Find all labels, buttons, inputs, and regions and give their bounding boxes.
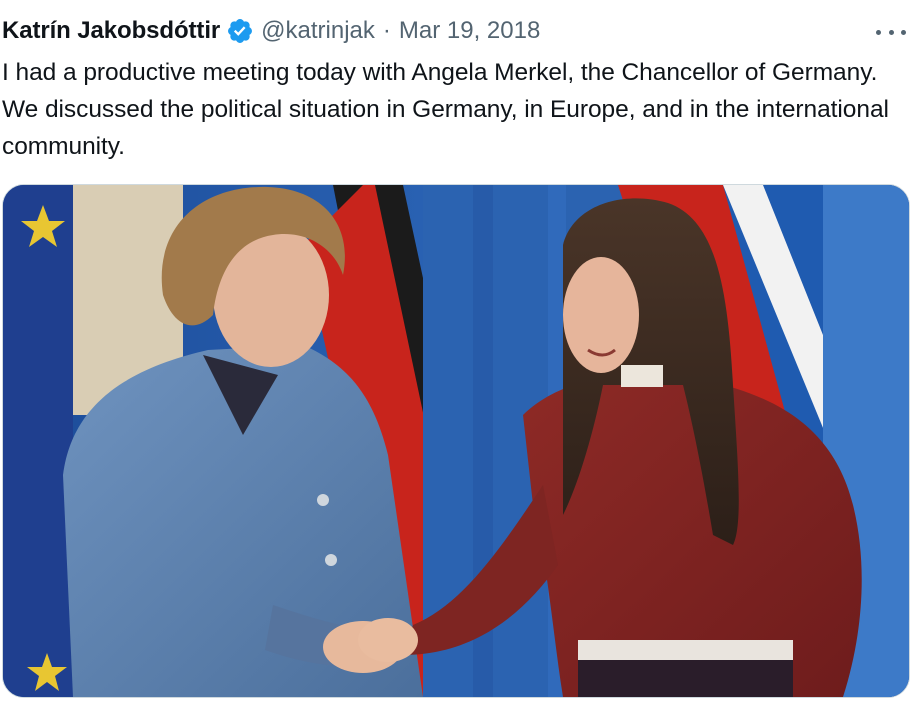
- more-dot: [901, 29, 906, 35]
- tweet-text: I had a productive meeting today with An…: [2, 59, 889, 160]
- more-options-icon[interactable]: [876, 22, 906, 42]
- tweet-date[interactable]: Mar 19, 2018: [399, 13, 540, 49]
- meta-separator: ·: [382, 17, 391, 44]
- author-name[interactable]: Katrín Jakobsdóttir: [2, 13, 220, 49]
- more-dot: [876, 29, 881, 35]
- tweet-photo[interactable]: [2, 184, 910, 698]
- author-handle[interactable]: @katrinjak: [261, 13, 375, 49]
- verified-badge-icon: [228, 19, 253, 43]
- photo-illustration: [3, 185, 909, 697]
- tweet: Katrín Jakobsdóttir @katrinjak · Mar 19,…: [0, 0, 914, 708]
- more-dot: [888, 29, 894, 35]
- tweet-header: Katrín Jakobsdóttir @katrinjak · Mar 19,…: [2, 13, 540, 49]
